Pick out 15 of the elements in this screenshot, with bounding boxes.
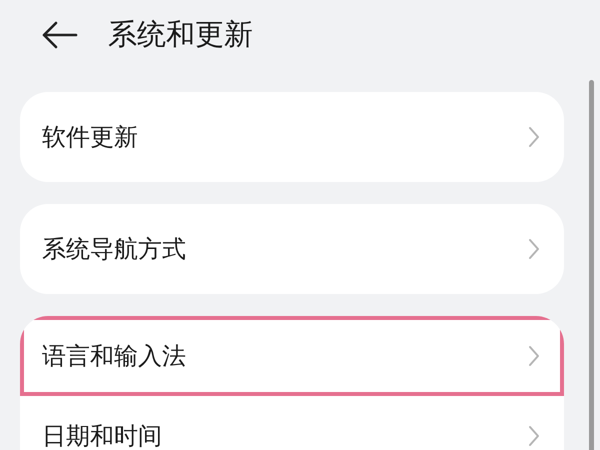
- chevron-right-icon: [528, 238, 540, 260]
- settings-item[interactable]: 语言和输入法: [20, 316, 564, 396]
- settings-item[interactable]: 软件更新: [20, 92, 564, 182]
- chevron-right-icon: [528, 345, 540, 367]
- settings-item[interactable]: 日期和时间: [20, 396, 564, 450]
- item-label: 系统导航方式: [42, 234, 186, 265]
- item-label: 语言和输入法: [42, 341, 186, 372]
- scrollbar[interactable]: [589, 80, 594, 450]
- settings-item[interactable]: 系统导航方式: [20, 204, 564, 294]
- item-label: 日期和时间: [42, 421, 162, 450]
- item-label: 软件更新: [42, 122, 138, 153]
- chevron-right-icon: [528, 425, 540, 447]
- back-arrow-icon[interactable]: [42, 21, 78, 49]
- page-title: 系统和更新: [108, 16, 253, 53]
- chevron-right-icon: [528, 126, 540, 148]
